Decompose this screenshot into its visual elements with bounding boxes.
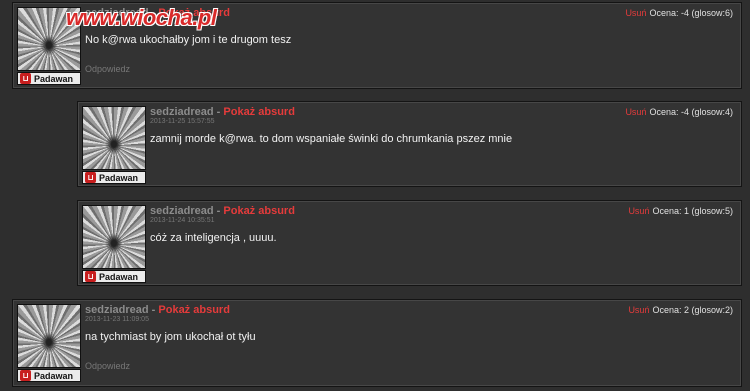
comment-date: 2013-11-24 10:35:51: [150, 217, 215, 224]
comment-text: zamnij morde k@rwa. to dom wspaniałe świ…: [150, 133, 513, 145]
rank-badge: ⊔ Padawan: [82, 270, 146, 283]
show-absurd-link[interactable]: Pokaż absurd: [223, 106, 295, 118]
rating-block: Usuń Ocena: 2 (glosow:2): [628, 305, 733, 315]
reply-link[interactable]: Odpowiedz: [85, 361, 130, 371]
show-absurd-link[interactable]: Pokaż absurd: [223, 205, 295, 217]
avatar[interactable]: [17, 304, 81, 368]
author-link[interactable]: sedziadread: [150, 106, 214, 118]
rating-block: Usuń Ocena: -4 (glosow:4): [625, 107, 733, 117]
comment-header: sedziadread - Pokaż absurd: [85, 304, 230, 316]
rank-label: Padawan: [99, 271, 139, 282]
rank-badge: ⊔ Padawan: [17, 72, 81, 85]
delete-link[interactable]: Usuń: [628, 206, 649, 216]
comment-header: sedziadread - Pokaż absurd: [150, 106, 295, 118]
rating-text: Ocena: 2 (glosow:2): [652, 305, 733, 315]
rank-icon: ⊔: [20, 370, 31, 381]
rating-text: Ocena: 1 (glosow:5): [652, 206, 733, 216]
rank-badge: ⊔ Padawan: [17, 369, 81, 382]
avatar-block: ⊔ Padawan: [17, 304, 81, 382]
delete-link[interactable]: Usuń: [625, 8, 646, 18]
author-link[interactable]: sedziadread: [85, 304, 149, 316]
avatar[interactable]: [82, 205, 146, 269]
comment: ⊔ Padawan sedziadread - Pokaż absurd 201…: [12, 299, 742, 387]
separator: -: [216, 205, 221, 217]
rank-label: Padawan: [99, 172, 139, 183]
comment: ⊔ Padawan sedziadread - Pokaż absurd 201…: [77, 200, 742, 286]
site-watermark: www.wiocha.pl: [66, 5, 217, 30]
delete-link[interactable]: Usuń: [625, 107, 646, 117]
separator: -: [151, 304, 156, 316]
rating-block: Usuń Ocena: -4 (glosow:6): [625, 8, 733, 18]
comment-date: 2013-11-23 11:09:05: [85, 316, 149, 323]
rating-block: Usuń Ocena: 1 (glosow:5): [628, 206, 733, 216]
author-link[interactable]: sedziadread: [150, 205, 214, 217]
comment-text: na tychmiast by jom ukochał ot tyłu: [85, 331, 256, 343]
rating-text: Ocena: -4 (glosow:6): [649, 8, 733, 18]
comment-text: No k@rwa ukochałby jom i te drugom tesz: [85, 34, 292, 46]
rank-icon: ⊔: [20, 73, 31, 84]
rank-icon: ⊔: [85, 172, 96, 183]
comment: ⊔ Padawan sedziadread - Pokaż absurd 201…: [77, 101, 742, 187]
rank-label: Padawan: [34, 73, 74, 84]
avatar-block: ⊔ Padawan: [82, 205, 146, 283]
rating-text: Ocena: -4 (glosow:4): [649, 107, 733, 117]
comment-date: 2013-11-25 15:57:55: [150, 118, 215, 125]
avatar[interactable]: [82, 106, 146, 170]
separator: -: [216, 106, 221, 118]
rank-label: Padawan: [34, 370, 74, 381]
comment-header: sedziadread - Pokaż absurd: [150, 205, 295, 217]
reply-link[interactable]: Odpowiedz: [85, 64, 130, 74]
delete-link[interactable]: Usuń: [628, 305, 649, 315]
show-absurd-link[interactable]: Pokaż absurd: [158, 304, 230, 316]
rank-icon: ⊔: [85, 271, 96, 282]
rank-badge: ⊔ Padawan: [82, 171, 146, 184]
avatar-block: ⊔ Padawan: [82, 106, 146, 184]
comment-text: cóż za inteligencja , uuuu.: [150, 232, 277, 244]
